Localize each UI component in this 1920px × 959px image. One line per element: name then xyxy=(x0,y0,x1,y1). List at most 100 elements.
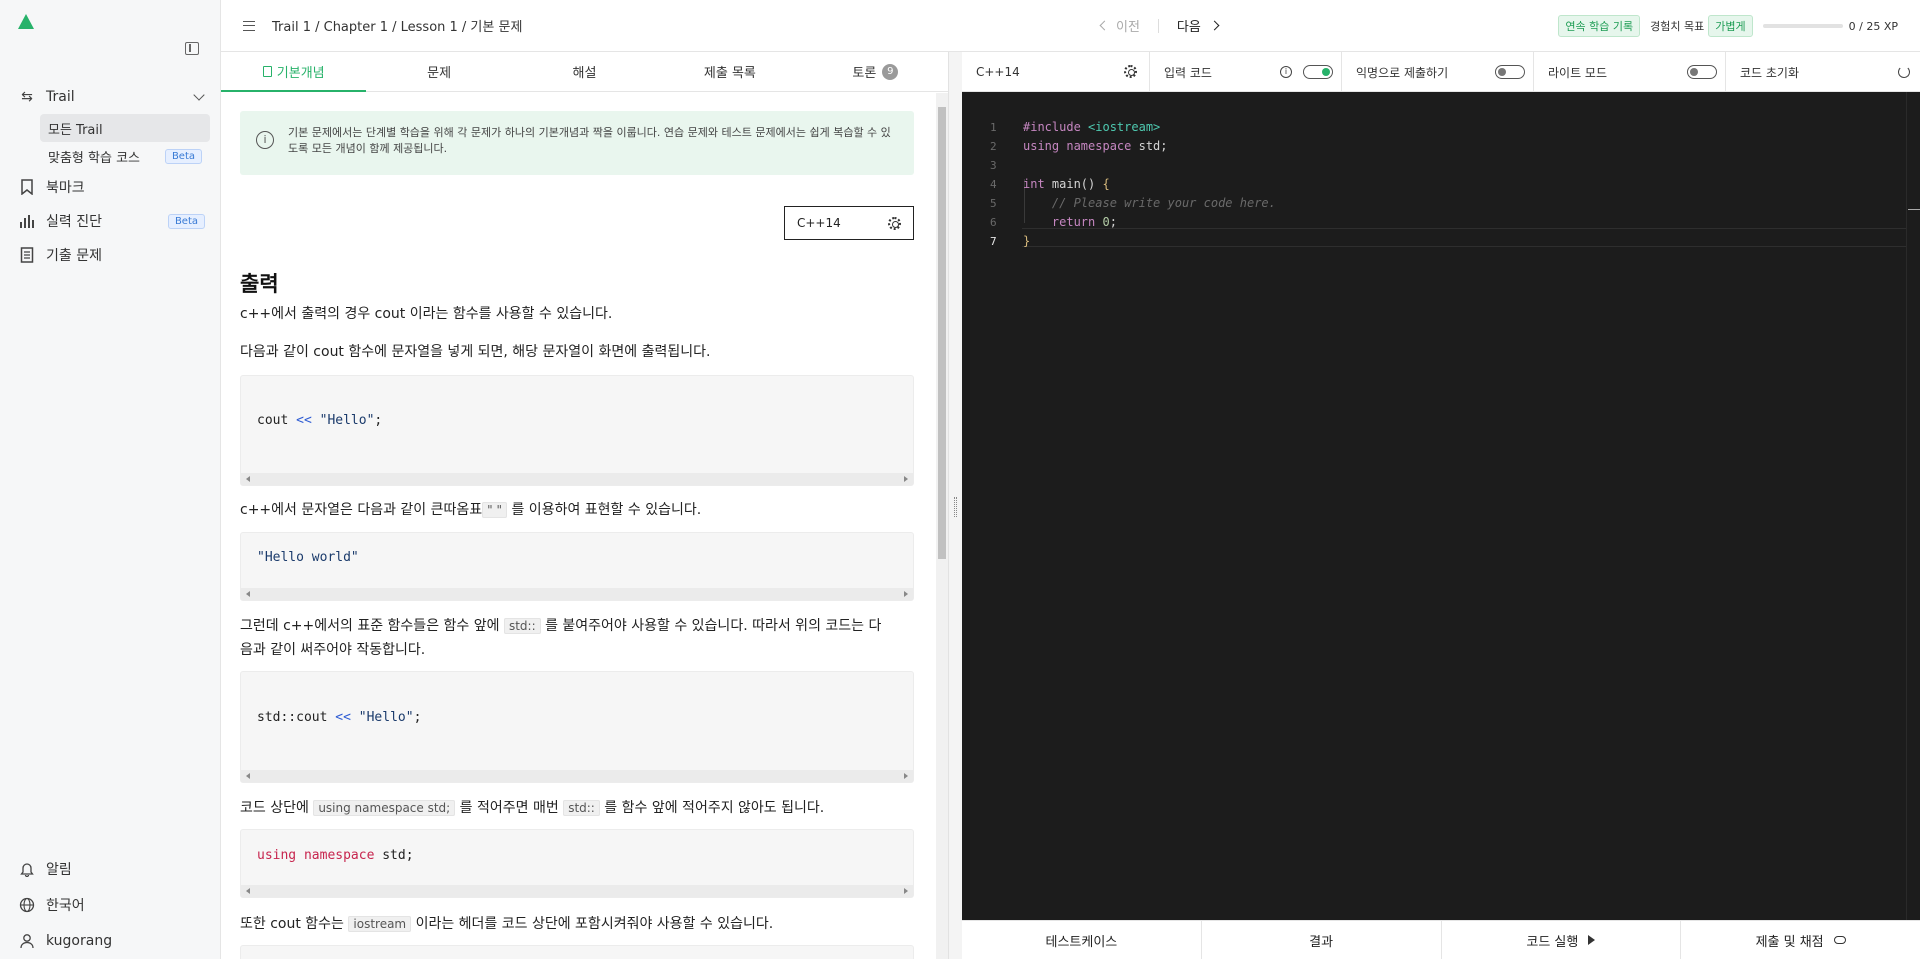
chevron-left-icon xyxy=(1099,20,1110,31)
code-line: #include <iostream> xyxy=(1023,120,1161,134)
sidebar-item-language[interactable]: 한국어 xyxy=(8,887,213,923)
line-gutter: 1 2 3 4 5 6 7 xyxy=(962,92,1022,920)
xp-progress-bar xyxy=(1762,24,1843,28)
document-icon xyxy=(18,246,36,264)
bell-icon xyxy=(18,860,36,878)
sidebar-bottom: 알림 한국어 kugorang xyxy=(8,851,213,959)
gear-icon[interactable] xyxy=(888,217,901,230)
testcase-button[interactable]: 테스트케이스 xyxy=(962,921,1202,959)
result-button[interactable]: 결과 xyxy=(1202,921,1442,959)
reset-code-label: 코드 초기화 xyxy=(1740,65,1800,80)
sidebar-item-past-problems[interactable]: 기출 문제 xyxy=(8,238,213,272)
tab-solution[interactable]: 해설 xyxy=(512,52,657,91)
paragraph: 음과 같이 써주어야 작동합니다. xyxy=(240,642,426,658)
sidebar-item-profile[interactable]: kugorang xyxy=(8,923,213,959)
horizontal-scrollbar[interactable] xyxy=(241,473,913,485)
code-line: int main() { xyxy=(1023,177,1110,191)
logo-icon[interactable] xyxy=(18,14,34,29)
bookmark-icon xyxy=(18,178,36,196)
sidebar-item-trail[interactable]: ⇆ Trail xyxy=(8,80,213,114)
code-block: cout << "Hello"; xyxy=(240,375,914,486)
scrollbar-thumb[interactable] xyxy=(938,107,946,559)
sidebar-collapse-icon[interactable] xyxy=(185,42,199,55)
next-label: 다음 xyxy=(1176,20,1201,35)
code-line: return 0; xyxy=(1023,215,1117,229)
tab-problem[interactable]: 문제 xyxy=(366,52,511,91)
pane-resize-handle[interactable] xyxy=(948,52,962,959)
sidebar-item-label: 기출 문제 xyxy=(46,248,102,264)
problem-tabs: 기본개념 문제 해설 제출 목록 토론 9 xyxy=(221,52,948,92)
tab-concept[interactable]: 기본개념 xyxy=(221,52,367,92)
horizontal-scrollbar[interactable] xyxy=(241,885,913,897)
sidebar-item-notifications[interactable]: 알림 xyxy=(8,851,213,887)
menu-icon[interactable] xyxy=(243,20,255,31)
reset-code-button[interactable]: 코드 초기화 xyxy=(1726,52,1920,92)
line-number: 5 xyxy=(990,197,997,210)
tab-label: 제출 목록 xyxy=(703,66,756,81)
breadcrumb[interactable]: Trail 1 / Chapter 1 / Lesson 1 / 기본 문제 xyxy=(272,16,522,35)
input-code-toggle-group: 입력 코드 i xyxy=(1150,52,1342,92)
tab-discussion[interactable]: 토론 9 xyxy=(803,52,948,91)
play-icon xyxy=(1588,935,1596,945)
next-button[interactable]: 다음 xyxy=(1176,16,1220,35)
chevron-down-icon[interactable] xyxy=(193,89,205,101)
editor-language-select[interactable]: C++14 xyxy=(962,52,1150,92)
code-line: cout << "Hello"; xyxy=(257,413,383,428)
editor-overview-ruler[interactable] xyxy=(1906,92,1920,920)
xp-area: 연속 학습 기록 경험치 목표 가볍게 0 / 25 XP xyxy=(1558,15,1898,37)
code-block: "Hello world" xyxy=(240,532,914,601)
run-code-button[interactable]: 코드 실행 xyxy=(1442,921,1682,959)
app-root: ⇆ Trail 모든 Trail 맞춤형 학습 코스 Beta 북마크 실력 진… xyxy=(0,0,1920,959)
sidebar-subitem-custom-course[interactable]: 맞춤형 학습 코스 Beta xyxy=(40,142,210,170)
info-icon: i xyxy=(256,131,274,149)
sidebar-nav: ⇆ Trail 모든 Trail 맞춤형 학습 코스 Beta 북마크 실력 진… xyxy=(8,80,213,272)
language-select[interactable]: C++14 xyxy=(784,206,914,240)
grip-icon xyxy=(954,497,957,517)
streak-badge[interactable]: 연속 학습 기록 xyxy=(1558,15,1641,37)
horizontal-scrollbar[interactable] xyxy=(241,770,913,782)
code-editor[interactable]: 1 2 3 4 5 6 7 #include <iostream> using … xyxy=(962,92,1920,959)
input-code-label: 입력 코드 xyxy=(1164,65,1212,80)
editor-toolbar: C++14 입력 코드 i 익명으로 제출하기 라이트 모드 코드 초기화 xyxy=(962,52,1920,92)
tab-label: 기본개념 xyxy=(276,66,325,81)
testcase-label: 테스트케이스 xyxy=(1045,934,1118,950)
section-heading: 출력 xyxy=(240,272,279,296)
language-value: C++14 xyxy=(797,216,841,230)
light-mode-toggle[interactable] xyxy=(1687,65,1717,79)
inline-code: std:: xyxy=(563,800,600,816)
tab-label: 해설 xyxy=(572,66,597,81)
pager-divider xyxy=(1157,18,1159,33)
submit-button[interactable]: 제출 및 채점 xyxy=(1681,921,1920,959)
sidebar-item-label: Trail xyxy=(46,89,75,105)
code-line: using namespace std; xyxy=(257,848,414,863)
document-icon xyxy=(262,66,272,77)
discussion-count-badge: 9 xyxy=(882,63,899,80)
sidebar-item-bookmark[interactable]: 북마크 xyxy=(8,170,213,204)
anon-submit-toggle[interactable] xyxy=(1495,65,1525,79)
user-icon xyxy=(18,932,36,950)
input-code-toggle[interactable] xyxy=(1303,65,1333,79)
concept-body: i 기본 문제에서는 단계별 학습을 위해 각 문제가 하나의 기본개념과 짝을… xyxy=(240,93,914,959)
prev-button[interactable]: 이전 xyxy=(1099,16,1140,35)
tab-submissions[interactable]: 제출 목록 xyxy=(657,52,802,91)
xp-goal-badge[interactable]: 가볍게 xyxy=(1708,15,1753,37)
sidebar-item-diagnosis[interactable]: 실력 진단 Beta xyxy=(8,204,213,238)
light-mode-toggle-group: 라이트 모드 xyxy=(1534,52,1726,92)
tab-label: 문제 xyxy=(427,66,452,81)
concept-content: i 기본 문제에서는 단계별 학습을 위해 각 문제가 하나의 기본개념과 짝을… xyxy=(221,93,948,959)
horizontal-scrollbar[interactable] xyxy=(241,588,913,600)
sidebar-item-label: 북마크 xyxy=(46,180,85,196)
paragraph: 코드 상단에 using namespace std; 를 적어주면 매번 st… xyxy=(240,800,825,816)
top-bar: Trail 1 / Chapter 1 / Lesson 1 / 기본 문제 이… xyxy=(221,0,1920,52)
gear-icon[interactable] xyxy=(1124,65,1137,78)
sidebar-item-label: kugorang xyxy=(46,933,113,949)
globe-icon xyxy=(18,896,36,914)
sidebar-subitem-all-trail[interactable]: 모든 Trail xyxy=(40,114,210,142)
vertical-scrollbar[interactable] xyxy=(936,93,948,959)
info-icon[interactable]: i xyxy=(1280,66,1292,78)
line-number: 1 xyxy=(990,121,997,134)
refresh-icon xyxy=(1898,66,1910,78)
sidebar-subitem-label: 모든 Trail xyxy=(48,122,103,138)
prev-label: 이전 xyxy=(1116,20,1140,35)
light-mode-label: 라이트 모드 xyxy=(1548,65,1608,80)
